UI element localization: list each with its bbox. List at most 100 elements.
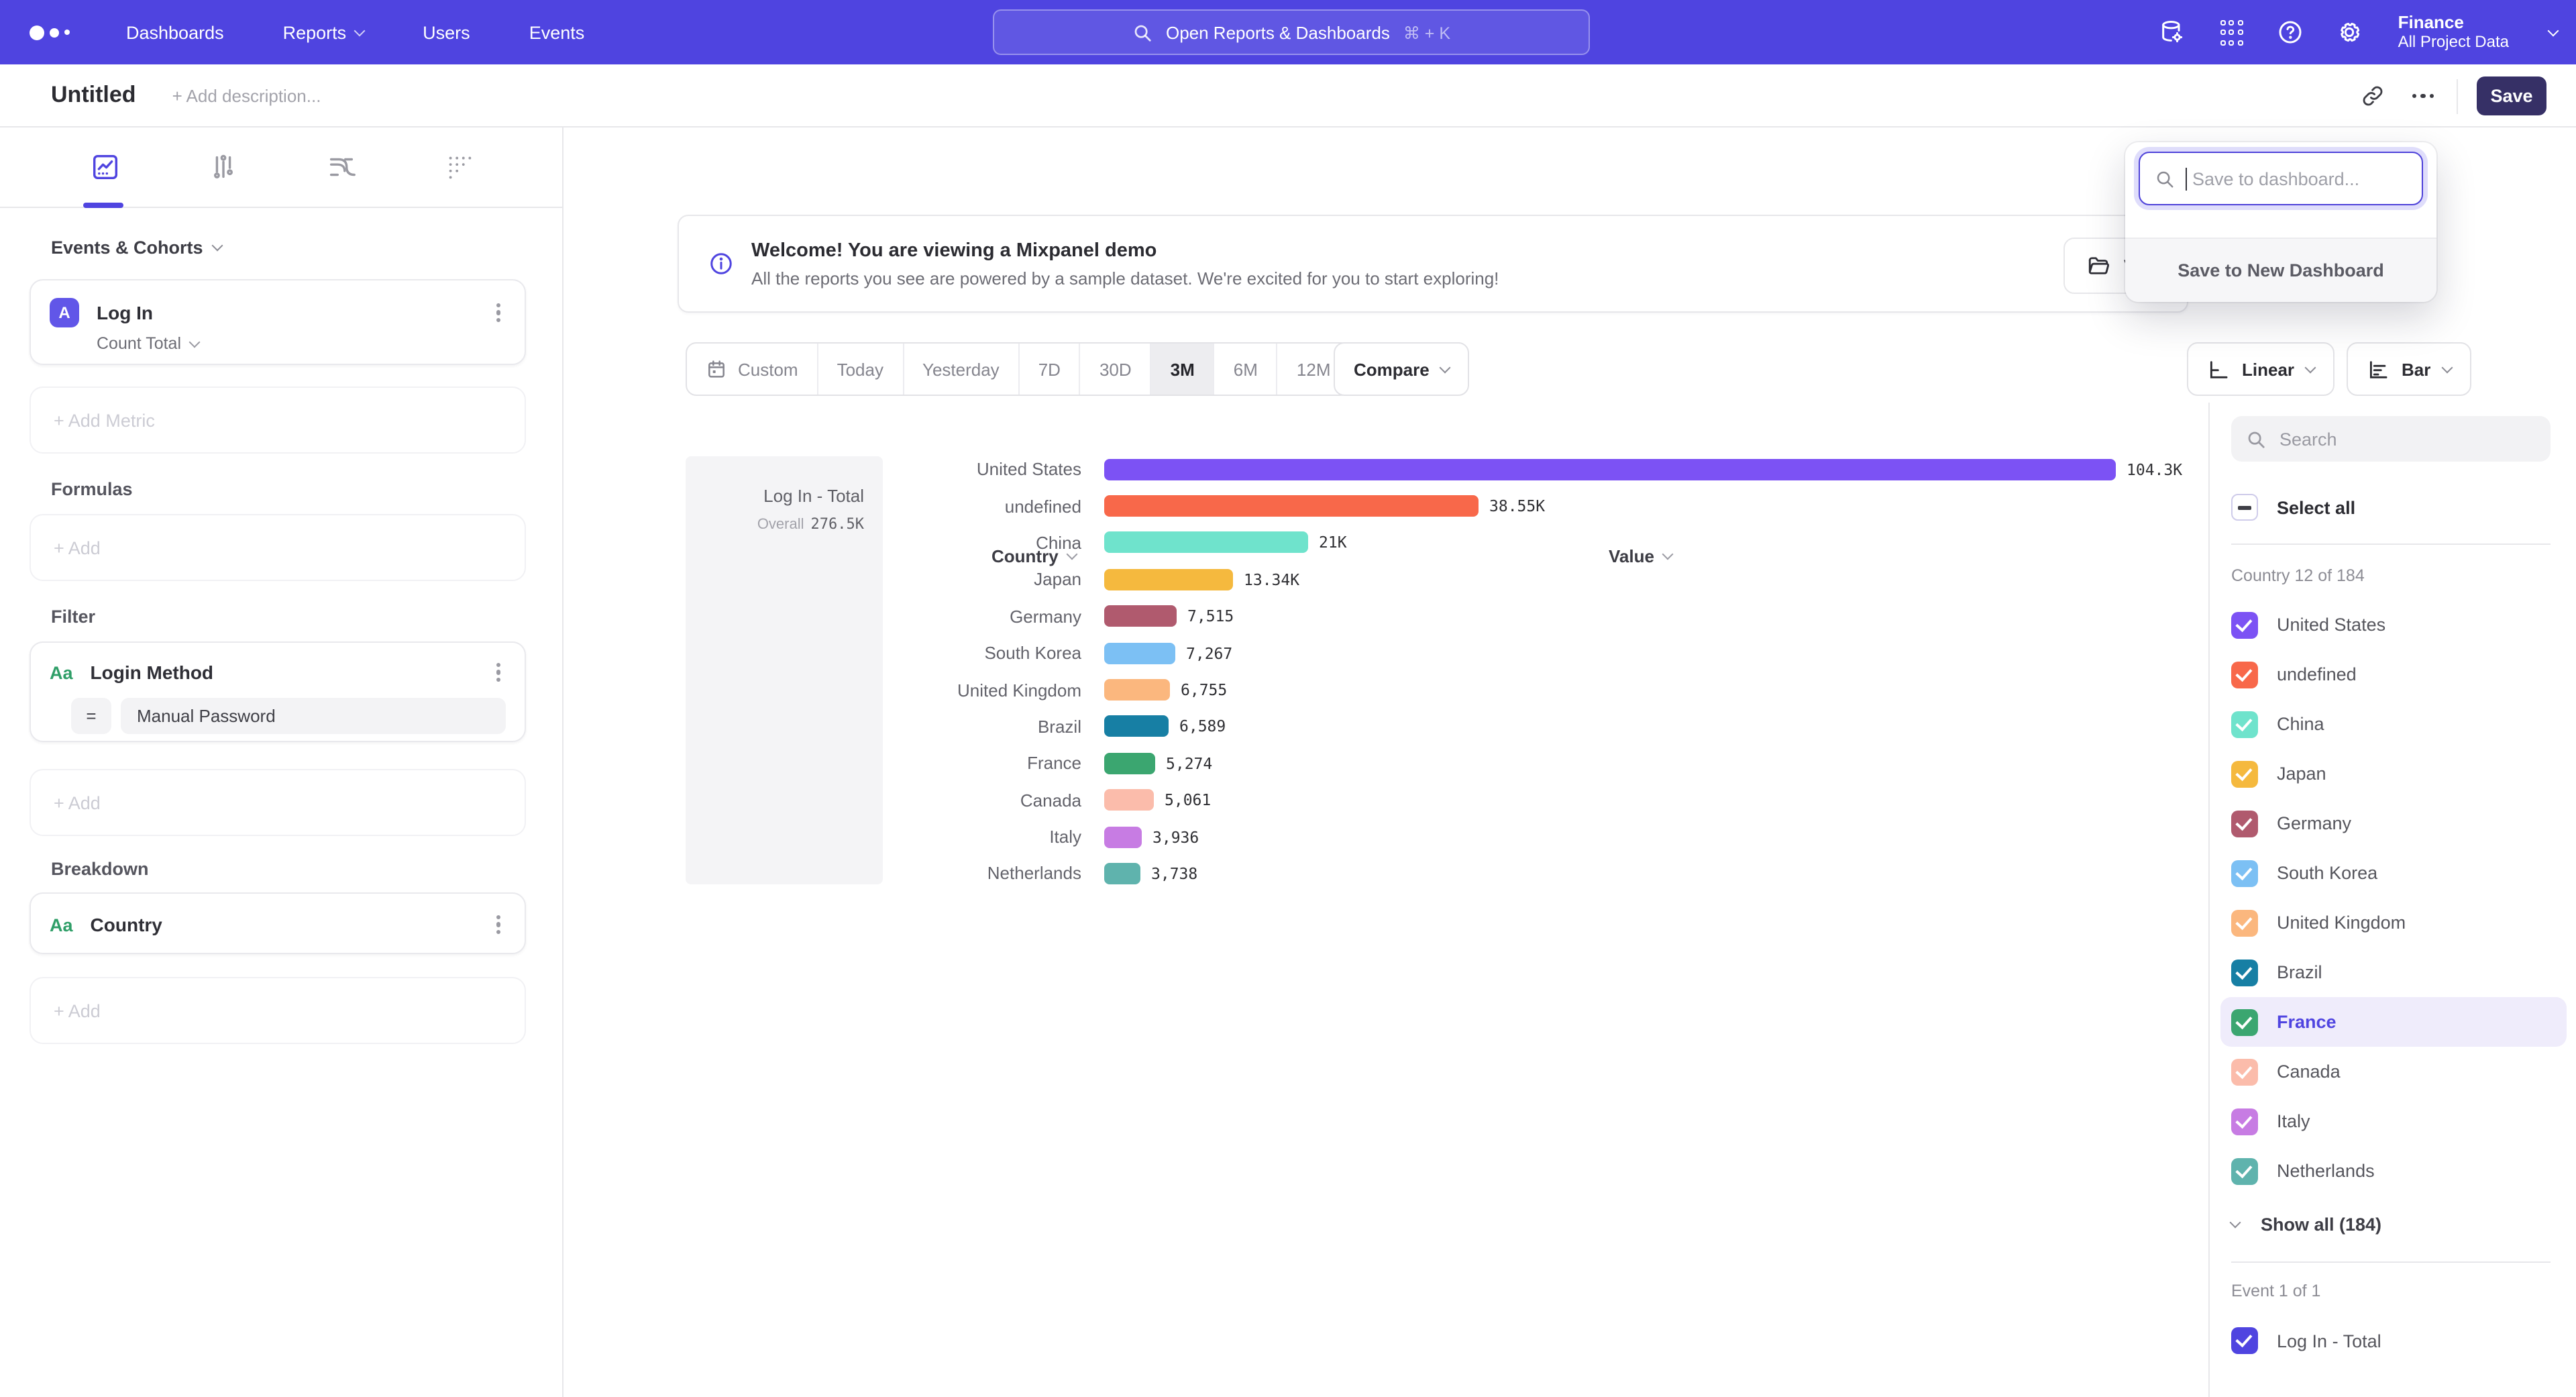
help-icon[interactable] (2277, 19, 2304, 46)
chevron-down-icon (354, 25, 366, 36)
range-6m[interactable]: 6M (1215, 344, 1278, 395)
formulas-label: Formulas (51, 479, 133, 499)
filter-menu-icon[interactable] (491, 657, 506, 688)
search-icon (2246, 429, 2266, 449)
settings-gear-icon[interactable] (2337, 19, 2363, 46)
segment-row-united-kingdom[interactable]: United Kingdom (2220, 898, 2567, 947)
filter-card-login-method[interactable]: Aa Login Method = Manual Password (30, 641, 526, 742)
segment-label: France (2277, 1012, 2337, 1032)
apps-grid-icon[interactable] (2218, 19, 2245, 46)
aggregation-selector[interactable]: Count Total (97, 334, 525, 353)
data-management-icon[interactable] (2159, 19, 2186, 46)
bar-segment[interactable] (1104, 642, 1175, 664)
compare-button[interactable]: Compare (1334, 342, 1470, 396)
save-to-dashboard-input[interactable]: Save to dashboard... (2139, 152, 2423, 205)
segment-row-united-states[interactable]: United States (2220, 600, 2567, 650)
bar-segment[interactable] (1104, 569, 1233, 590)
funnels-tab[interactable] (207, 151, 239, 183)
segment-row-china[interactable]: China (2220, 699, 2567, 749)
segment-row-france[interactable]: France (2220, 997, 2567, 1047)
nav-item-users[interactable]: Users (423, 22, 470, 42)
add-filter-button[interactable]: + Add (30, 769, 526, 836)
metric-menu-icon[interactable] (491, 297, 506, 328)
chart-type-button[interactable]: Bar (2347, 342, 2471, 396)
project-name: Finance (2398, 13, 2509, 33)
bar-segment[interactable] (1104, 826, 1142, 847)
nav-item-reports[interactable]: Reports (283, 22, 364, 42)
bar-value-label: 3,738 (1151, 864, 1197, 883)
more-actions-icon[interactable] (2403, 76, 2443, 116)
segment-checkbox[interactable] (2231, 711, 2258, 737)
range-30d[interactable]: 30D (1081, 344, 1152, 395)
bar-segment[interactable] (1104, 753, 1155, 774)
bar-segment[interactable] (1104, 863, 1140, 884)
range-3m[interactable]: 3M (1152, 344, 1215, 395)
segment-checkbox[interactable] (2231, 1108, 2258, 1135)
nav-item-dashboards[interactable]: Dashboards (126, 22, 224, 42)
segment-row-brazil[interactable]: Brazil (2220, 947, 2567, 997)
segment-checkbox[interactable] (2231, 860, 2258, 886)
flows-tab[interactable] (325, 151, 357, 183)
show-all-button[interactable]: Show all (184) (2231, 1205, 2381, 1243)
range-yesterday[interactable]: Yesterday (904, 344, 1020, 395)
segment-checkbox[interactable] (2231, 1008, 2258, 1035)
save-button[interactable]: Save (2477, 76, 2546, 115)
segment-row-canada[interactable]: Canada (2220, 1047, 2567, 1096)
bar-segment[interactable] (1104, 716, 1169, 737)
add-breakdown-button[interactable]: + Add (30, 977, 526, 1044)
breakdown-menu-icon[interactable] (491, 909, 506, 940)
metric-card-log-in[interactable]: A Log In Count Total (30, 279, 526, 365)
select-all-checkbox[interactable] (2231, 494, 2258, 521)
filter-operator-chip[interactable]: = (71, 698, 111, 734)
segment-checkbox[interactable] (2231, 1157, 2258, 1184)
event-series-row[interactable]: Log In - Total (2231, 1323, 2381, 1358)
bar-category-label: South Korea (883, 643, 1104, 663)
report-title-bar: Untitled + Add description... Save (0, 64, 2576, 127)
retention-tab[interactable] (443, 151, 475, 183)
bar-row: France5,274 (883, 745, 2182, 782)
global-search-button[interactable]: Open Reports & Dashboards ⌘ + K (993, 9, 1590, 55)
segment-checkbox[interactable] (2231, 661, 2258, 688)
mixpanel-logo-icon[interactable] (30, 25, 70, 40)
add-formula-button[interactable]: + Add (30, 514, 526, 581)
segment-row-italy[interactable]: Italy (2220, 1096, 2567, 1146)
segment-checkbox[interactable] (2231, 1058, 2258, 1085)
filter-value-chip[interactable]: Manual Password (121, 698, 506, 734)
segment-checkbox[interactable] (2231, 909, 2258, 936)
segment-checkbox[interactable] (2231, 959, 2258, 986)
bar-value-label: 38.55K (1489, 497, 1545, 515)
add-description-button[interactable]: + Add description... (172, 85, 321, 105)
report-title[interactable]: Untitled (51, 82, 136, 109)
project-switcher[interactable]: Finance All Project Data (2398, 13, 2509, 51)
insights-tab[interactable] (89, 151, 121, 183)
range-7d[interactable]: 7D (1020, 344, 1081, 395)
event-summary-cell[interactable]: Log In - Total Overall276.5K (686, 456, 883, 884)
bar-segment[interactable] (1104, 458, 2116, 480)
nav-item-events[interactable]: Events (529, 22, 585, 42)
segment-search-input[interactable]: Search (2231, 416, 2551, 462)
segment-row-south-korea[interactable]: South Korea (2220, 848, 2567, 898)
range-today[interactable]: Today (818, 344, 904, 395)
add-metric-button[interactable]: + Add Metric (30, 386, 526, 454)
breakdown-card-country[interactable]: Aa Country (30, 892, 526, 954)
segment-row-netherlands[interactable]: Netherlands (2220, 1146, 2567, 1196)
bar-category-label: Brazil (883, 717, 1104, 737)
save-to-new-dashboard-button[interactable]: Save to New Dashboard (2125, 238, 2436, 302)
copy-link-icon[interactable] (2352, 76, 2392, 116)
bar-segment[interactable] (1104, 606, 1177, 627)
select-all-row[interactable]: Select all (2231, 491, 2355, 523)
bar-segment[interactable] (1104, 495, 1479, 517)
segment-checkbox[interactable] (2231, 810, 2258, 837)
bar-segment[interactable] (1104, 789, 1154, 811)
events-cohorts-label[interactable]: Events & Cohorts (51, 238, 222, 258)
segment-checkbox[interactable] (2231, 760, 2258, 787)
segment-row-germany[interactable]: Germany (2220, 798, 2567, 848)
bar-segment[interactable] (1104, 532, 1308, 554)
segment-row-undefined[interactable]: undefined (2220, 650, 2567, 699)
segment-checkbox[interactable] (2231, 611, 2258, 638)
scale-selector-button[interactable]: Linear (2187, 342, 2334, 396)
segment-row-japan[interactable]: Japan (2220, 749, 2567, 798)
range-custom[interactable]: Custom (687, 344, 818, 395)
bar-segment[interactable] (1104, 679, 1170, 701)
event-series-checkbox[interactable] (2231, 1327, 2258, 1354)
